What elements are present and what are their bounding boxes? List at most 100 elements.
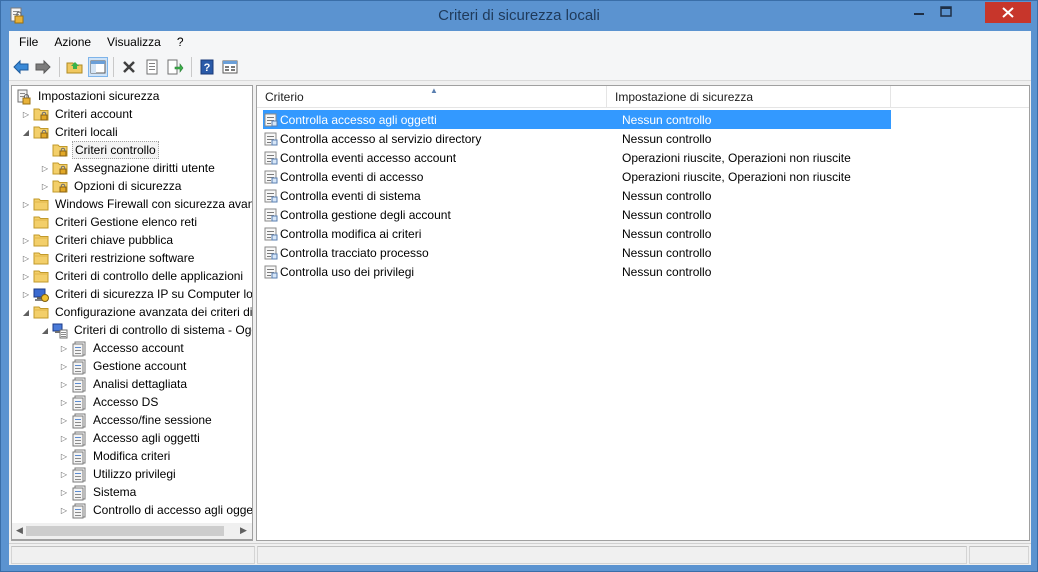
expand-arrow-icon[interactable]: ▷ xyxy=(21,272,31,281)
console-tree[interactable]: Impostazioni sicurezza ▷ Criteri account ◢ C… xyxy=(11,85,253,541)
expand-arrow-icon[interactable]: ▷ xyxy=(59,506,69,515)
policy-name: Controlla accesso agli oggetti xyxy=(280,112,437,127)
tree-item[interactable]: Impostazioni sicurezza xyxy=(14,87,161,105)
expand-arrow-icon[interactable]: ▷ xyxy=(59,398,69,407)
list-item[interactable]: Controlla eventi accesso account Operazio… xyxy=(263,148,891,167)
tree-item[interactable]: ▷ Gestione account xyxy=(59,357,188,375)
forward-arrow-icon[interactable] xyxy=(33,57,53,77)
list-item[interactable]: Controlla accesso al servizio directory N… xyxy=(263,129,891,148)
folder-lock-icon xyxy=(52,161,68,175)
collapse-arrow-icon[interactable]: ◢ xyxy=(40,326,50,335)
folder-icon xyxy=(33,305,49,319)
list-item[interactable]: Controlla uso dei privilegi Nessun contro… xyxy=(263,262,891,281)
tree-item[interactable]: ▷ Accesso account xyxy=(59,339,186,357)
tree-item[interactable]: ▷ Accesso agli oggetti xyxy=(59,429,202,447)
toolbar-separator xyxy=(191,57,192,77)
policy-setting-icon xyxy=(264,189,278,203)
tree-item[interactable]: ◢ Configurazione avanzata dei criteri di … xyxy=(21,303,252,321)
properties-icon[interactable] xyxy=(142,57,162,77)
tree-item[interactable]: ▷ Assegnazione diritti utente xyxy=(40,159,217,177)
list-item[interactable]: Controlla eventi di sistema Nessun contro… xyxy=(263,186,891,205)
expand-arrow-icon[interactable]: ▷ xyxy=(59,362,69,371)
client-area: File Azione Visualizza ? ? Impostazioni … xyxy=(9,31,1031,565)
delete-icon[interactable] xyxy=(119,57,139,77)
scroll-left-icon[interactable]: ◀ xyxy=(16,525,23,536)
menu-help[interactable]: ? xyxy=(169,31,192,53)
expand-arrow-icon[interactable]: ▷ xyxy=(59,434,69,443)
tree-item[interactable]: ▷ Windows Firewall con sicurezza avanzata xyxy=(21,195,252,213)
policy-setting-icon xyxy=(264,246,278,260)
expand-arrow-icon[interactable]: ▷ xyxy=(40,164,50,173)
tree-item[interactable]: ▷ Criteri account xyxy=(21,105,134,123)
tree-item[interactable]: Criteri Gestione elenco reti xyxy=(21,213,199,231)
tree-item[interactable]: ▷ Accesso DS xyxy=(59,393,160,411)
tree-item-label: Gestione account xyxy=(93,359,187,373)
expand-arrow-icon[interactable]: ▷ xyxy=(40,182,50,191)
status-segment xyxy=(11,546,255,564)
tree-item-label: Accesso DS xyxy=(93,395,159,409)
tree-item-label: Criteri restrizione software xyxy=(55,251,195,265)
title-bar[interactable]: Criteri di sicurezza locali xyxy=(1,1,1037,31)
minimize-button[interactable] xyxy=(905,2,933,22)
policy-setting-value: Operazioni riuscite, Operazioni non rius… xyxy=(622,169,851,184)
policy-setting-value: Nessun controllo xyxy=(622,207,712,222)
list-item[interactable]: Controlla accesso agli oggetti Nessun con… xyxy=(263,110,891,129)
tree-item[interactable]: ▷ Accesso/fine sessione xyxy=(59,411,214,429)
svg-text:?: ? xyxy=(204,62,211,74)
menu-visualizza[interactable]: Visualizza xyxy=(99,31,169,53)
tree-item[interactable]: ▷ Sistema xyxy=(59,483,138,501)
tree-item[interactable]: ▷ Criteri chiave pubblica xyxy=(21,231,175,249)
expand-arrow-icon[interactable]: ▷ xyxy=(21,254,31,263)
show-hide-tree-icon[interactable] xyxy=(88,57,108,77)
back-arrow-icon[interactable] xyxy=(11,57,31,77)
expand-arrow-icon[interactable]: ▷ xyxy=(21,110,31,119)
column-header-criterio[interactable]: Criterio ▲ xyxy=(257,86,607,108)
tree-item[interactable]: ▷ Criteri di sicurezza IP su Computer loc… xyxy=(21,285,252,303)
expand-arrow-icon[interactable]: ▷ xyxy=(59,416,69,425)
policy-setting-icon xyxy=(264,208,278,222)
export-list-icon[interactable] xyxy=(165,57,185,77)
expand-arrow-icon[interactable]: ▷ xyxy=(59,470,69,479)
tree-item[interactable]: ▷ Analisi dettagliata xyxy=(59,375,189,393)
list-item[interactable]: Controlla tracciato processo Nessun contr… xyxy=(263,243,891,262)
policy-list[interactable]: Criterio ▲ Impostazione di sicurezza Con… xyxy=(256,85,1030,541)
menu-file[interactable]: File xyxy=(11,31,46,53)
tree-horizontal-scrollbar[interactable]: ◀ ▶ xyxy=(11,523,253,540)
tree-item[interactable]: ◢ Criteri di controllo di sistema - Ogget… xyxy=(40,321,252,339)
scroll-right-icon[interactable]: ▶ xyxy=(240,525,247,536)
column-header-impostazione[interactable]: Impostazione di sicurezza xyxy=(607,86,891,108)
tree-item[interactable]: ▷ Utilizzo privilegi xyxy=(59,465,178,483)
tree-item[interactable]: ▷ Modifica criteri xyxy=(59,447,172,465)
list-item[interactable]: Controlla eventi di accesso Operazioni ri… xyxy=(263,167,891,186)
expand-arrow-icon[interactable]: ▷ xyxy=(59,380,69,389)
help-icon[interactable]: ? xyxy=(197,57,217,77)
expand-arrow-icon[interactable]: ▷ xyxy=(21,236,31,245)
list-item[interactable]: Controlla modifica ai criteri Nessun cont… xyxy=(263,224,891,243)
policy-name: Controlla uso dei privilegi xyxy=(280,264,415,279)
audit-doc-icon xyxy=(71,503,87,519)
expand-arrow-icon[interactable]: ▷ xyxy=(59,488,69,497)
menu-azione[interactable]: Azione xyxy=(46,31,99,53)
scrollbar-thumb[interactable] xyxy=(26,526,224,536)
ip-security-icon xyxy=(33,287,49,302)
maximize-button[interactable] xyxy=(933,2,959,22)
tree-item-label: Modifica criteri xyxy=(93,449,171,463)
tree-item[interactable]: ▷ Controllo di accesso agli oggetti globa… xyxy=(59,501,252,519)
tree-item[interactable]: ▷ Criteri restrizione software xyxy=(21,249,196,267)
expand-arrow-icon[interactable]: ▷ xyxy=(59,344,69,353)
expand-arrow-icon[interactable]: ▷ xyxy=(21,200,31,209)
up-folder-icon[interactable] xyxy=(65,57,85,77)
list-item[interactable]: Controlla gestione degli account Nessun c… xyxy=(263,205,891,224)
toggle-view-icon[interactable] xyxy=(220,57,240,77)
collapse-arrow-icon[interactable]: ◢ xyxy=(21,308,31,317)
tree-item[interactable]: ▷ Opzioni di sicurezza xyxy=(40,177,183,195)
close-button[interactable] xyxy=(985,2,1031,23)
expand-arrow-icon[interactable]: ▷ xyxy=(21,290,31,299)
collapse-arrow-icon[interactable]: ◢ xyxy=(21,128,31,137)
policy-setting-value: Nessun controllo xyxy=(622,245,712,260)
expand-arrow-icon[interactable]: ▷ xyxy=(59,452,69,461)
folder-lock-icon xyxy=(52,143,68,157)
tree-item[interactable]: ▷ Criteri di controllo delle applicazioni xyxy=(21,267,245,285)
tree-item[interactable]: Criteri controllo xyxy=(40,141,159,159)
tree-item[interactable]: ◢ Criteri locali xyxy=(21,123,120,141)
